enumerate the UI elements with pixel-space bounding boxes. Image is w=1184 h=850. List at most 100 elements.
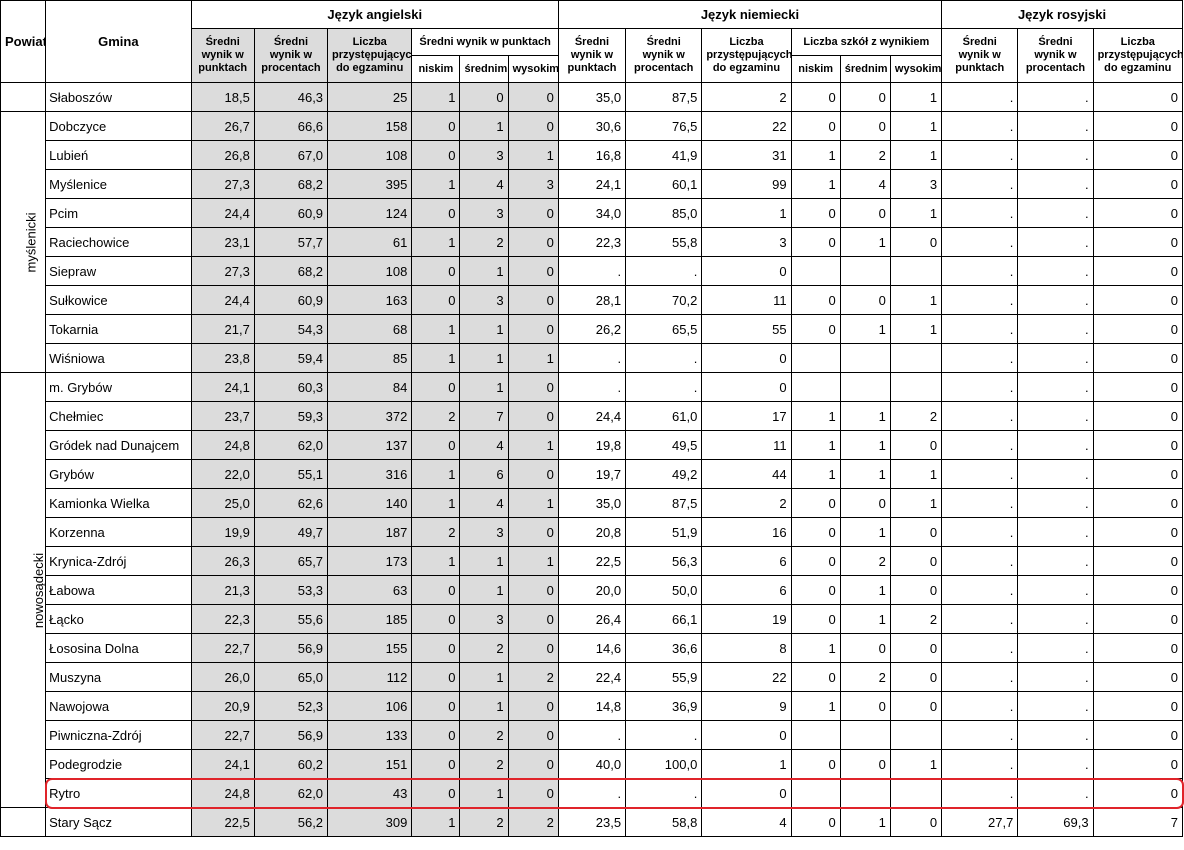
value-cell: 0 [701, 343, 792, 373]
value-cell: . [941, 720, 1019, 750]
value-cell: . [941, 430, 1019, 460]
value-cell: 22,3 [190, 604, 255, 634]
value-cell: 23,1 [190, 227, 255, 257]
value-cell [839, 372, 891, 402]
header-angielski: Język angielski [190, 0, 559, 29]
value-cell: 0 [507, 749, 559, 779]
value-cell: 35,0 [557, 488, 627, 518]
value-cell: . [1017, 401, 1094, 431]
value-cell: 1 [701, 749, 792, 779]
value-cell: 0 [507, 198, 559, 228]
header-niem-sredni-pkt: Średni wynik w punktach [557, 28, 627, 83]
value-cell: . [1017, 314, 1094, 344]
table-row: Sułkowice 24,4 60,9 163 0 3 0 28,1 70,2 11 0 0 1.. 0 [1, 285, 1184, 315]
value-cell: 1 [790, 401, 841, 431]
table-row: Pcim 24,4 60,9 124 0 3 0 34,0 85,0 1 0 0 1.. 0 [1, 198, 1184, 228]
value-cell: 0 [889, 517, 943, 547]
value-cell: 8 [701, 633, 792, 663]
value-cell: 49,7 [253, 517, 329, 547]
value-cell [790, 720, 841, 750]
value-cell: 56,3 [625, 546, 703, 576]
value-cell: 1 [839, 459, 891, 489]
table-row: Wiśniowa 23,8 59,4 85 1 1 1.. 0.. 0 [1, 343, 1184, 373]
value-cell: 1 [411, 343, 461, 373]
value-cell: 0 [1092, 169, 1184, 199]
value-cell: . [1017, 343, 1094, 373]
table-row: myślenicki Dobczyce 26,7 66,6 158 0 1 0 30,6 76,5… [0, 111, 1184, 373]
value-cell: 1 [889, 111, 943, 141]
value-cell: 2 [459, 807, 509, 837]
value-cell: 0 [507, 604, 559, 634]
value-cell: 24,8 [190, 778, 255, 808]
value-cell: . [1017, 285, 1094, 315]
value-cell: 24,1 [190, 749, 255, 779]
table-row: Myślenice 27,3 68,2 395 1 4 3 24,1 60,1 99 1 4 3.. 0 [1, 169, 1184, 199]
table-row: Grybów 22,0 55,1 316 1 6 0 19,7 49,2 44 1 1 1.. 0 [1, 459, 1184, 489]
value-cell: . [941, 343, 1019, 373]
gmina-cell: Krynica-Zdrój [45, 546, 192, 576]
value-cell [790, 778, 841, 808]
value-cell: 1 [839, 807, 891, 837]
value-cell: 309 [327, 807, 413, 837]
value-cell: 0 [1092, 691, 1184, 721]
value-cell: 0 [507, 575, 559, 605]
value-cell: 2 [701, 82, 792, 112]
value-cell: 1 [507, 343, 559, 373]
value-cell: . [1017, 372, 1094, 402]
value-cell: 26,3 [190, 546, 255, 576]
gmina-cell: Słaboszów [45, 82, 192, 112]
value-cell: 2 [839, 662, 891, 692]
header-ros-sredni-pkt: Średni wynik w punktach [941, 28, 1019, 83]
value-cell [790, 256, 841, 286]
table-row: Muszyna 26,0 65,0 112 0 1 2 22,4 55,9 22 0 2 0.. 0 [1, 662, 1184, 692]
value-cell: 2 [889, 401, 943, 431]
value-cell: 0 [889, 546, 943, 576]
value-cell: 49,2 [625, 459, 703, 489]
value-cell: 40,0 [557, 749, 627, 779]
value-cell: 3 [459, 604, 509, 634]
value-cell: . [941, 778, 1019, 808]
table-row: Podegrodzie 24,1 60,2 151 0 2 0 40,0 100,0 1 0 0 1..… [1, 749, 1184, 779]
value-cell: 2 [411, 401, 461, 431]
value-cell: . [557, 372, 627, 402]
value-cell: 0 [790, 111, 841, 141]
value-cell: 106 [327, 691, 413, 721]
value-cell: 4 [459, 488, 509, 518]
value-cell: 61,0 [625, 401, 703, 431]
gmina-cell: Stary Sącz [45, 807, 192, 837]
header-ang-sredni-pkt: Średni wynik w punktach [190, 28, 255, 83]
value-cell: 1 [411, 546, 461, 576]
value-cell: . [1017, 604, 1094, 634]
value-cell: . [1017, 198, 1094, 228]
value-cell [839, 778, 891, 808]
gmina-cell: Raciechowice [45, 227, 192, 257]
value-cell: 21,3 [190, 575, 255, 605]
value-cell: 108 [327, 256, 413, 286]
value-cell: . [941, 546, 1019, 576]
value-cell: 0 [411, 749, 461, 779]
value-cell: . [625, 372, 703, 402]
value-cell: 2 [459, 633, 509, 663]
value-cell: 55,9 [625, 662, 703, 692]
value-cell: 1 [889, 140, 943, 170]
value-cell: 0 [889, 633, 943, 663]
value-cell: 26,0 [190, 662, 255, 692]
value-cell: 1 [507, 140, 559, 170]
value-cell: 1 [790, 430, 841, 460]
value-cell: . [1017, 546, 1094, 576]
value-cell: 0 [411, 140, 461, 170]
value-cell: 1 [839, 604, 891, 634]
gmina-cell: Muszyna [45, 662, 192, 692]
value-cell: 26,2 [557, 314, 627, 344]
value-cell: 0 [411, 778, 461, 808]
value-cell: 0 [701, 778, 792, 808]
value-cell: 23,5 [557, 807, 627, 837]
value-cell: . [1017, 662, 1094, 692]
value-cell: 0 [507, 517, 559, 547]
value-cell: 50,0 [625, 575, 703, 605]
value-cell: 2 [839, 546, 891, 576]
value-cell: 0 [507, 633, 559, 663]
gmina-cell: Korzenna [45, 517, 192, 547]
value-cell: 24,1 [557, 169, 627, 199]
value-cell: 1 [889, 82, 943, 112]
